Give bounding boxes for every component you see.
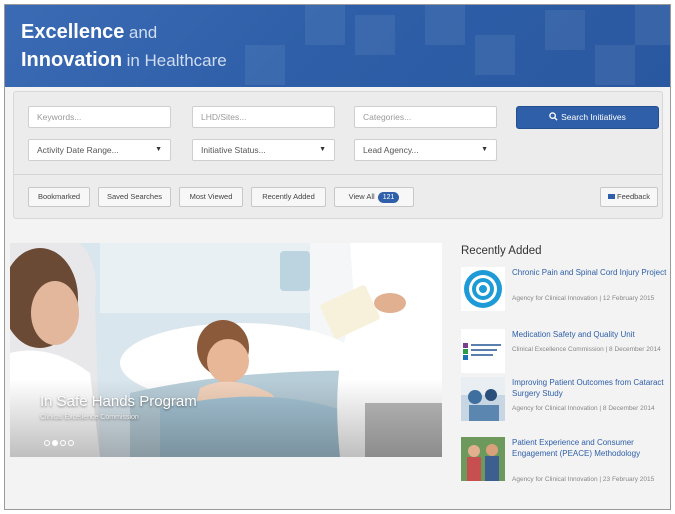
hero-title[interactable]: In Safe Hands Program	[40, 393, 197, 410]
hero-slideshow[interactable]: In Safe Hands Program Clinical Excellenc…	[10, 243, 442, 457]
saved-searches-button[interactable]: Saved Searches	[98, 187, 171, 207]
most-viewed-button[interactable]: Most Viewed	[179, 187, 243, 207]
page-frame: Excellence and Innovation in Healthcare …	[4, 4, 671, 510]
title-excellence: Excellence	[21, 21, 125, 43]
slide-indicators	[44, 433, 76, 451]
recent-item-title[interactable]: Patient Experience and Consumer Engageme…	[512, 437, 667, 459]
recently-added-button[interactable]: Recently Added	[251, 187, 326, 207]
caret-down-icon: ▼	[155, 146, 162, 153]
cataract-surgery-photo-icon	[461, 377, 505, 421]
lhd-sites-field[interactable]	[192, 106, 335, 128]
view-all-label: View All	[348, 192, 375, 201]
hero-subtitle: Clinical Excellence Commission	[40, 414, 139, 421]
search-button-label: Search Initiatives	[561, 112, 626, 122]
recent-item-title[interactable]: Medication Safety and Quality Unit	[512, 329, 667, 340]
recently-added-heading: Recently Added	[461, 245, 542, 257]
view-all-button[interactable]: View All 121	[334, 187, 414, 207]
activity-date-select[interactable]: Activity Date Range... ▼	[28, 139, 171, 161]
patient-experience-photo-icon	[461, 437, 505, 481]
recent-item-title[interactable]: Chronic Pain and Spinal Cord Injury Proj…	[512, 267, 667, 278]
categories-input[interactable]	[363, 107, 488, 127]
slide-dot[interactable]	[44, 440, 50, 446]
title-and: and	[128, 23, 158, 42]
panel-divider	[14, 174, 662, 175]
search-icon	[549, 112, 558, 121]
comment-icon	[608, 194, 616, 199]
recent-item-meta: Clinical Excellence Commission | 8 Decem…	[512, 346, 661, 353]
title-in-healthcare: in Healthcare	[126, 51, 227, 70]
lhd-sites-input[interactable]	[201, 107, 326, 127]
recent-item-title[interactable]: Improving Patient Outcomes from Cataract…	[512, 377, 667, 399]
search-panel: Search Initiatives Activity Date Range..…	[13, 91, 663, 219]
spiral-logo-icon	[461, 267, 505, 311]
feedback-button[interactable]: Feedback	[600, 187, 658, 207]
bookmarked-button[interactable]: Bookmarked	[28, 187, 90, 207]
keywords-input[interactable]	[37, 107, 162, 127]
slide-dot[interactable]	[60, 440, 66, 446]
recent-item-meta: Agency for Clinical Innovation | 12 Febr…	[512, 295, 655, 302]
search-initiatives-button[interactable]: Search Initiatives	[516, 106, 659, 129]
title-innovation: Innovation	[21, 49, 123, 71]
initiative-status-label: Initiative Status...	[201, 145, 266, 155]
recent-item-meta: Agency for Clinical Innovation | 23 Febr…	[512, 476, 655, 483]
lead-agency-select[interactable]: Lead Agency... ▼	[354, 139, 497, 161]
header-banner: Excellence and Innovation in Healthcare	[5, 5, 670, 87]
slide-dot-active[interactable]	[52, 440, 58, 446]
keywords-field[interactable]	[28, 106, 171, 128]
site-title[interactable]: Excellence and Innovation in Healthcare	[21, 19, 227, 75]
caret-down-icon: ▼	[319, 146, 326, 153]
lead-agency-label: Lead Agency...	[363, 145, 419, 155]
recent-item-meta: Agency for Clinical Innovation | 8 Decem…	[512, 405, 655, 412]
categories-field[interactable]	[354, 106, 497, 128]
initiative-status-select[interactable]: Initiative Status... ▼	[192, 139, 335, 161]
activity-date-label: Activity Date Range...	[37, 145, 119, 155]
caret-down-icon: ▼	[481, 146, 488, 153]
view-all-count-badge: 121	[377, 192, 400, 203]
feedback-label: Feedback	[617, 192, 650, 201]
slide-dot[interactable]	[68, 440, 74, 446]
medication-safety-logo-icon	[461, 329, 505, 373]
